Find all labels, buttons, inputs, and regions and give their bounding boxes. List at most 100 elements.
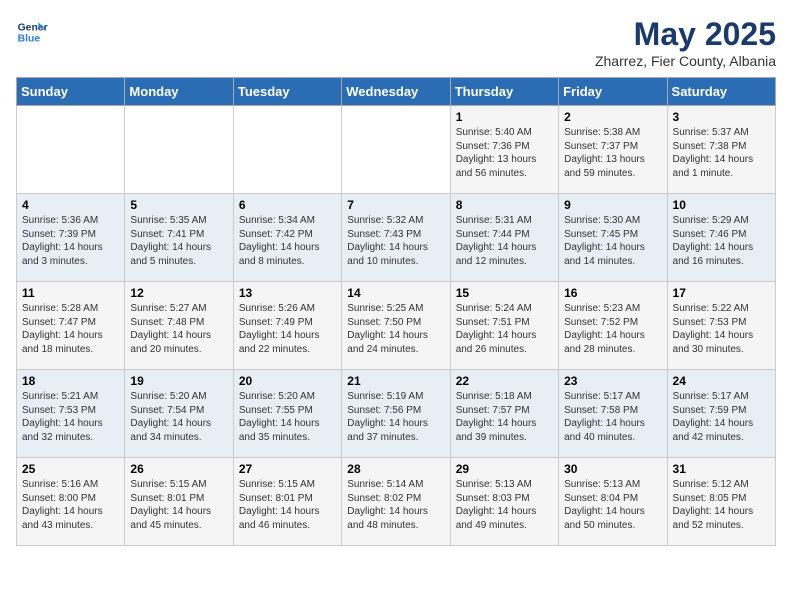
cell-content: Sunrise: 5:27 AM Sunset: 7:48 PM Dayligh… [130,302,227,356]
cell-content: Sunrise: 5:13 AM Sunset: 8:04 PM Dayligh… [564,478,661,532]
calendar-cell [342,106,450,194]
calendar-cell [17,106,125,194]
calendar-cell: 12 Sunrise: 5:27 AM Sunset: 7:48 PM Dayli… [125,282,233,370]
day-number: 28 [347,462,444,476]
cell-content: Sunrise: 5:40 AM Sunset: 7:36 PM Dayligh… [456,126,553,180]
calendar-week-3: 11 Sunrise: 5:28 AM Sunset: 7:47 PM Dayli… [17,282,776,370]
weekday-header-tuesday: Tuesday [233,78,341,106]
cell-content: Sunrise: 5:36 AM Sunset: 7:39 PM Dayligh… [22,214,119,268]
calendar-cell: 7Sunrise: 5:32 AM Sunset: 7:43 PM Daylig… [342,194,450,282]
calendar-cell: 24 Sunrise: 5:17 AM Sunset: 7:59 PM Dayli… [667,370,775,458]
calendar-cell: 26 Sunrise: 5:15 AM Sunset: 8:01 PM Dayli… [125,458,233,546]
cell-content: Sunrise: 5:26 AM Sunset: 7:49 PM Dayligh… [239,302,336,356]
day-number: 14 [347,286,444,300]
cell-content: Sunrise: 5:34 AM Sunset: 7:42 PM Dayligh… [239,214,336,268]
day-number: 19 [130,374,227,388]
cell-content: Sunrise: 5:18 AM Sunset: 7:57 PM Dayligh… [456,390,553,444]
cell-content: Sunrise: 5:17 AM Sunset: 7:59 PM Dayligh… [673,390,770,444]
cell-content: Sunrise: 5:31 AM Sunset: 7:44 PM Dayligh… [456,214,553,268]
cell-content: Sunrise: 5:29 AM Sunset: 7:46 PM Dayligh… [673,214,770,268]
weekday-header-saturday: Saturday [667,78,775,106]
day-number: 27 [239,462,336,476]
calendar-cell: 14 Sunrise: 5:25 AM Sunset: 7:50 PM Dayli… [342,282,450,370]
calendar-table: SundayMondayTuesdayWednesdayThursdayFrid… [16,77,776,546]
cell-content: Sunrise: 5:22 AM Sunset: 7:53 PM Dayligh… [673,302,770,356]
calendar-cell: 3 Sunrise: 5:37 AM Sunset: 7:38 PM Daylig… [667,106,775,194]
month-title: May 2025 [595,16,776,53]
day-number: 3 [673,110,770,124]
calendar-cell: 1Sunrise: 5:40 AM Sunset: 7:36 PM Daylig… [450,106,558,194]
calendar-cell [233,106,341,194]
cell-content: Sunrise: 5:17 AM Sunset: 7:58 PM Dayligh… [564,390,661,444]
cell-content: Sunrise: 5:21 AM Sunset: 7:53 PM Dayligh… [22,390,119,444]
page-header: General Blue May 2025 Zharrez, Fier Coun… [16,16,776,69]
calendar-cell [125,106,233,194]
day-number: 23 [564,374,661,388]
logo: General Blue [16,16,48,48]
calendar-cell: 22Sunrise: 5:18 AM Sunset: 7:57 PM Dayli… [450,370,558,458]
cell-content: Sunrise: 5:25 AM Sunset: 7:50 PM Dayligh… [347,302,444,356]
cell-content: Sunrise: 5:24 AM Sunset: 7:51 PM Dayligh… [456,302,553,356]
day-number: 2 [564,110,661,124]
cell-content: Sunrise: 5:15 AM Sunset: 8:01 PM Dayligh… [239,478,336,532]
day-number: 17 [673,286,770,300]
calendar-cell: 5 Sunrise: 5:35 AM Sunset: 7:41 PM Daylig… [125,194,233,282]
logo-icon: General Blue [16,16,48,48]
day-number: 11 [22,286,119,300]
weekday-header-friday: Friday [559,78,667,106]
calendar-cell: 25 Sunrise: 5:16 AM Sunset: 8:00 PM Dayli… [17,458,125,546]
calendar-week-5: 25 Sunrise: 5:16 AM Sunset: 8:00 PM Dayli… [17,458,776,546]
day-number: 24 [673,374,770,388]
day-number: 30 [564,462,661,476]
calendar-week-2: 4Sunrise: 5:36 AM Sunset: 7:39 PM Daylig… [17,194,776,282]
calendar-cell: 11 Sunrise: 5:28 AM Sunset: 7:47 PM Dayli… [17,282,125,370]
weekday-header-wednesday: Wednesday [342,78,450,106]
calendar-cell: 30 Sunrise: 5:13 AM Sunset: 8:04 PM Dayli… [559,458,667,546]
day-number: 5 [130,198,227,212]
cell-content: Sunrise: 5:23 AM Sunset: 7:52 PM Dayligh… [564,302,661,356]
calendar-cell: 9Sunrise: 5:30 AM Sunset: 7:45 PM Daylig… [559,194,667,282]
calendar-cell: 2 Sunrise: 5:38 AM Sunset: 7:37 PM Daylig… [559,106,667,194]
cell-content: Sunrise: 5:16 AM Sunset: 8:00 PM Dayligh… [22,478,119,532]
calendar-cell: 19 Sunrise: 5:20 AM Sunset: 7:54 PM Dayli… [125,370,233,458]
cell-content: Sunrise: 5:28 AM Sunset: 7:47 PM Dayligh… [22,302,119,356]
cell-content: Sunrise: 5:15 AM Sunset: 8:01 PM Dayligh… [130,478,227,532]
cell-content: Sunrise: 5:20 AM Sunset: 7:55 PM Dayligh… [239,390,336,444]
title-block: May 2025 Zharrez, Fier County, Albania [595,16,776,69]
weekday-header-sunday: Sunday [17,78,125,106]
cell-content: Sunrise: 5:13 AM Sunset: 8:03 PM Dayligh… [456,478,553,532]
weekday-header-monday: Monday [125,78,233,106]
cell-content: Sunrise: 5:35 AM Sunset: 7:41 PM Dayligh… [130,214,227,268]
calendar-cell: 21 Sunrise: 5:19 AM Sunset: 7:56 PM Dayli… [342,370,450,458]
calendar-week-1: 1Sunrise: 5:40 AM Sunset: 7:36 PM Daylig… [17,106,776,194]
day-number: 20 [239,374,336,388]
calendar-cell: 17 Sunrise: 5:22 AM Sunset: 7:53 PM Dayli… [667,282,775,370]
calendar-cell: 6 Sunrise: 5:34 AM Sunset: 7:42 PM Daylig… [233,194,341,282]
cell-content: Sunrise: 5:37 AM Sunset: 7:38 PM Dayligh… [673,126,770,180]
day-number: 21 [347,374,444,388]
cell-content: Sunrise: 5:38 AM Sunset: 7:37 PM Dayligh… [564,126,661,180]
day-number: 31 [673,462,770,476]
svg-text:Blue: Blue [18,34,41,45]
day-number: 12 [130,286,227,300]
calendar-cell: 23 Sunrise: 5:17 AM Sunset: 7:58 PM Dayli… [559,370,667,458]
cell-content: Sunrise: 5:14 AM Sunset: 8:02 PM Dayligh… [347,478,444,532]
calendar-cell: 20 Sunrise: 5:20 AM Sunset: 7:55 PM Dayli… [233,370,341,458]
day-number: 29 [456,462,553,476]
calendar-cell: 28 Sunrise: 5:14 AM Sunset: 8:02 PM Dayli… [342,458,450,546]
calendar-cell: 13 Sunrise: 5:26 AM Sunset: 7:49 PM Dayli… [233,282,341,370]
calendar-cell: 18 Sunrise: 5:21 AM Sunset: 7:53 PM Dayli… [17,370,125,458]
calendar-cell: 15Sunrise: 5:24 AM Sunset: 7:51 PM Dayli… [450,282,558,370]
cell-content: Sunrise: 5:30 AM Sunset: 7:45 PM Dayligh… [564,214,661,268]
day-number: 13 [239,286,336,300]
cell-content: Sunrise: 5:20 AM Sunset: 7:54 PM Dayligh… [130,390,227,444]
day-number: 10 [673,198,770,212]
day-number: 7 [347,198,444,212]
cell-content: Sunrise: 5:19 AM Sunset: 7:56 PM Dayligh… [347,390,444,444]
day-number: 6 [239,198,336,212]
day-number: 26 [130,462,227,476]
day-number: 25 [22,462,119,476]
day-number: 16 [564,286,661,300]
calendar-cell: 8Sunrise: 5:31 AM Sunset: 7:44 PM Daylig… [450,194,558,282]
day-number: 18 [22,374,119,388]
